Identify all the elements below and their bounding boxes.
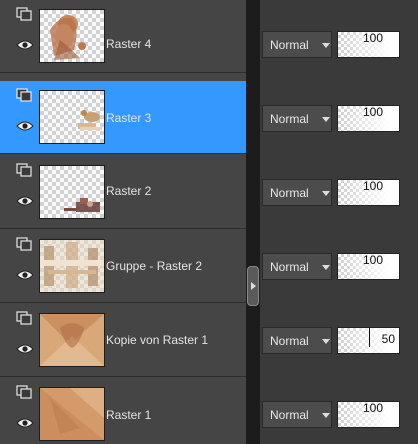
panel-divider [246,0,260,444]
chevron-down-icon [322,117,330,122]
layer-row-kopie-von-raster-1[interactable]: Kopie von Raster 1 [0,304,246,377]
opacity-value: 100 [362,179,383,193]
layer-group-icon[interactable] [16,7,34,21]
chevron-down-icon [322,265,330,270]
blend-mode-dropdown[interactable]: Normal [262,327,332,354]
blend-mode-value: Normal [270,334,309,348]
layer-row-raster-2[interactable]: Raster 2 [0,156,246,229]
layer-group-icon[interactable] [16,385,34,399]
layer-row-raster-3[interactable]: Raster 3 [0,81,246,154]
opacity-slider-handle[interactable] [365,347,373,353]
eye-icon[interactable] [16,342,34,356]
layer-name: Kopie von Raster 1 [106,333,209,347]
layer-thumbnail [39,313,105,367]
layer-group-icon[interactable] [16,237,34,251]
opacity-value: 100 [362,105,383,119]
opacity-value: 100 [362,401,383,415]
layer-row-gruppe-raster-2[interactable]: Gruppe - Raster 2 [0,230,246,303]
opacity-value: 100 [362,253,383,267]
layer-thumbnail [39,239,105,293]
opacity-slider[interactable]: 100 [337,179,400,206]
eye-icon[interactable] [16,119,34,133]
layer-name: Raster 3 [106,111,152,125]
chevron-down-icon [322,413,330,418]
layer-thumbnail [39,9,105,63]
blend-mode-value: Normal [270,260,309,274]
opacity-slider[interactable]: 100 [337,31,400,58]
chevron-right-icon [250,282,256,290]
layer-thumbnail [39,90,105,144]
blend-mode-dropdown[interactable]: Normal [262,31,332,58]
opacity-slider[interactable]: 100 [337,401,400,428]
eye-icon[interactable] [16,38,34,52]
eye-icon[interactable] [16,194,34,208]
chevron-down-icon [322,191,330,196]
blend-mode-value: Normal [270,38,309,52]
layer-row-raster-4[interactable]: Raster 4 [0,0,246,73]
opacity-value: 50 [381,332,395,346]
layer-name: Raster 2 [106,184,152,198]
layer-name: Raster 4 [106,37,152,51]
blend-mode-dropdown[interactable]: Normal [262,401,332,428]
eye-icon[interactable] [16,268,34,282]
blend-mode-value: Normal [270,408,309,422]
blend-mode-dropdown[interactable]: Normal [262,179,332,206]
layer-thumbnail [39,165,105,219]
layer-group-icon[interactable] [16,88,34,102]
layer-row-raster-1[interactable]: Raster 1 [0,378,246,444]
opacity-slider[interactable]: 100 [337,253,400,280]
blend-mode-value: Normal [270,112,309,126]
opacity-slider[interactable]: 100 [337,105,400,132]
panel-splitter-handle[interactable] [247,266,259,306]
blend-mode-dropdown[interactable]: Normal [262,105,332,132]
layer-thumbnail [39,387,105,441]
blend-mode-value: Normal [270,186,309,200]
layer-name: Raster 1 [106,408,152,422]
opacity-slider-marker[interactable] [369,328,370,347]
chevron-down-icon [322,43,330,48]
chevron-down-icon [322,339,330,344]
opacity-value: 100 [362,31,383,45]
eye-icon[interactable] [16,416,34,430]
layer-group-icon[interactable] [16,311,34,325]
layer-name: Gruppe - Raster 2 [106,259,203,273]
layer-properties-column [260,0,418,444]
layer-group-icon[interactable] [16,163,34,177]
opacity-slider[interactable]: 50 [337,327,400,354]
layers-panel: Raster 4 Raster 3 Raster 2 Gruppe - Rast… [0,0,418,444]
blend-mode-dropdown[interactable]: Normal [262,253,332,280]
